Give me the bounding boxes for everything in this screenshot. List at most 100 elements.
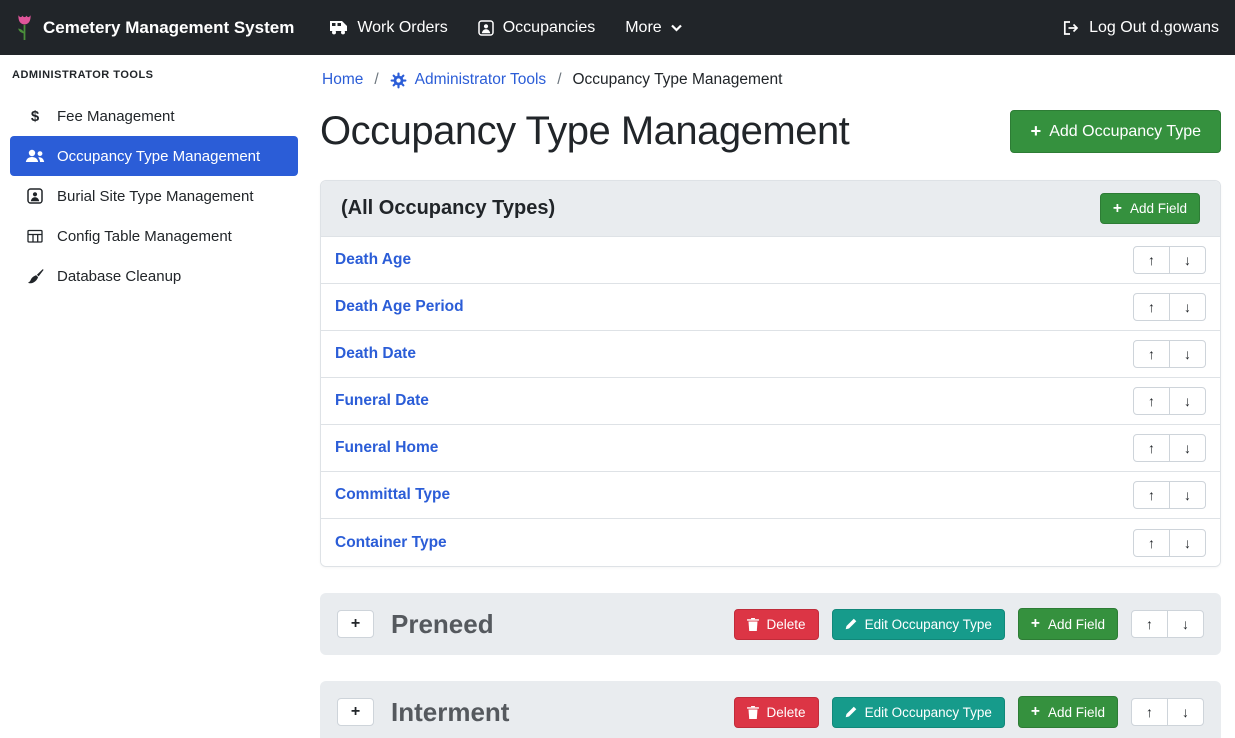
move-up-button[interactable]: ↑ <box>1131 698 1168 726</box>
edit-occupancy-type-label: Edit Occupancy Type <box>865 705 992 720</box>
arrow-down-icon: ↓ <box>1184 299 1191 315</box>
field-link-death-date[interactable]: Death Date <box>335 345 416 363</box>
move-down-button[interactable]: ↓ <box>1169 481 1206 509</box>
portrait-icon <box>478 20 494 36</box>
add-field-button[interactable]: + Add Field <box>1018 608 1118 640</box>
expand-button[interactable]: + <box>337 698 374 726</box>
pencil-icon <box>845 706 857 718</box>
nav-occupancies-label: Occupancies <box>503 19 596 37</box>
truck-icon <box>329 20 348 35</box>
move-down-button[interactable]: ↓ <box>1169 529 1206 557</box>
sidebar-item-occupancy-type-management[interactable]: Occupancy Type Management <box>10 136 298 176</box>
app-title: Cemetery Management System <box>43 18 294 38</box>
move-up-button[interactable]: ↑ <box>1133 387 1170 415</box>
move-up-button[interactable]: ↑ <box>1131 610 1168 638</box>
add-occupancy-type-label: Add Occupancy Type <box>1049 123 1201 141</box>
card-title: (All Occupancy Types) <box>341 197 555 220</box>
field-link-committal-type[interactable]: Committal Type <box>335 486 450 504</box>
sidebar-item-burial-site-type-management[interactable]: Burial Site Type Management <box>10 176 298 216</box>
sidebar-item-database-cleanup[interactable]: Database Cleanup <box>10 256 298 296</box>
arrow-down-icon: ↓ <box>1184 346 1191 362</box>
page-title: Occupancy Type Management <box>320 109 849 154</box>
breadcrumb-admin-tools[interactable]: Administrator Tools <box>390 71 547 89</box>
delete-button[interactable]: Delete <box>734 609 819 640</box>
move-down-button[interactable]: ↓ <box>1169 246 1206 274</box>
arrow-up-icon: ↑ <box>1148 487 1155 503</box>
move-up-button[interactable]: ↑ <box>1133 246 1170 274</box>
add-field-label: Add Field <box>1130 201 1187 216</box>
move-down-button[interactable]: ↓ <box>1167 610 1204 638</box>
move-down-button[interactable]: ↓ <box>1169 434 1206 462</box>
arrow-up-icon: ↑ <box>1148 535 1155 551</box>
nav-work-orders[interactable]: Work Orders <box>314 19 462 37</box>
sidebar-item-config-table-management[interactable]: Config Table Management <box>10 216 298 256</box>
logout-link[interactable]: Log Out d.gowans <box>1063 19 1219 37</box>
field-row: Death Age ↑ ↓ <box>321 237 1220 284</box>
arrow-up-icon: ↑ <box>1146 616 1153 632</box>
delete-button[interactable]: Delete <box>734 697 819 728</box>
field-row: Funeral Home ↑ ↓ <box>321 425 1220 472</box>
nav-more-label: More <box>625 19 661 37</box>
main-content: Home / Administrator Tool <box>308 55 1235 738</box>
nav-occupancies[interactable]: Occupancies <box>463 19 611 37</box>
reorder-controls: ↑ ↓ <box>1131 610 1204 638</box>
edit-occupancy-type-button[interactable]: Edit Occupancy Type <box>832 609 1005 640</box>
sidebar-item-fee-management[interactable]: $ Fee Management <box>10 96 298 136</box>
field-row: Committal Type ↑ ↓ <box>321 472 1220 519</box>
reorder-controls: ↑ ↓ <box>1133 246 1206 274</box>
arrow-up-icon: ↑ <box>1148 346 1155 362</box>
arrow-up-icon: ↑ <box>1148 299 1155 315</box>
add-occupancy-type-button[interactable]: + Add Occupancy Type <box>1010 110 1221 152</box>
field-link-funeral-date[interactable]: Funeral Date <box>335 392 429 410</box>
logout-label: Log Out d.gowans <box>1089 19 1219 37</box>
move-up-button[interactable]: ↑ <box>1133 340 1170 368</box>
edit-occupancy-type-button[interactable]: Edit Occupancy Type <box>832 697 1005 728</box>
occupancy-type-name: Interment <box>391 697 509 728</box>
arrow-up-icon: ↑ <box>1148 440 1155 456</box>
add-field-button[interactable]: + Add Field <box>1100 193 1200 225</box>
top-navbar: Cemetery Management System Work Orders <box>0 0 1235 55</box>
field-link-container-type[interactable]: Container Type <box>335 534 447 552</box>
sidebar-item-label: Burial Site Type Management <box>57 188 254 205</box>
all-occupancy-types-card: (All Occupancy Types) + Add Field Death … <box>320 180 1221 567</box>
breadcrumb-home[interactable]: Home <box>322 71 363 89</box>
plus-icon: + <box>351 703 360 721</box>
edit-occupancy-type-label: Edit Occupancy Type <box>865 617 992 632</box>
sidebar-item-label: Config Table Management <box>57 228 232 245</box>
breadcrumb-admin-tools-label: Administrator Tools <box>415 71 547 89</box>
reorder-controls: ↑ ↓ <box>1133 293 1206 321</box>
plus-icon: + <box>1113 201 1122 217</box>
move-up-button[interactable]: ↑ <box>1133 529 1170 557</box>
sidebar-item-label: Occupancy Type Management <box>57 148 260 165</box>
arrow-up-icon: ↑ <box>1148 393 1155 409</box>
pencil-icon <box>845 618 857 630</box>
occupancy-type-section-preneed: + Preneed Delete <box>320 593 1221 655</box>
nav-more[interactable]: More <box>610 19 696 37</box>
arrow-up-icon: ↑ <box>1148 252 1155 268</box>
trash-icon <box>747 618 759 631</box>
delete-label: Delete <box>767 705 806 720</box>
sidebar: ADMINISTRATOR TOOLS $ Fee Management Occ… <box>0 55 308 738</box>
move-down-button[interactable]: ↓ <box>1169 340 1206 368</box>
move-down-button[interactable]: ↓ <box>1169 387 1206 415</box>
expand-button[interactable]: + <box>337 610 374 638</box>
table-icon <box>25 228 45 244</box>
users-icon <box>25 149 45 163</box>
logout-icon <box>1063 20 1080 36</box>
app-brand[interactable]: Cemetery Management System <box>16 14 294 41</box>
move-up-button[interactable]: ↑ <box>1133 293 1170 321</box>
field-link-death-age-period[interactable]: Death Age Period <box>335 298 464 316</box>
field-row: Funeral Date ↑ ↓ <box>321 378 1220 425</box>
add-field-button[interactable]: + Add Field <box>1018 696 1118 728</box>
move-down-button[interactable]: ↓ <box>1169 293 1206 321</box>
field-link-death-age[interactable]: Death Age <box>335 251 411 269</box>
move-down-button[interactable]: ↓ <box>1167 698 1204 726</box>
reorder-controls: ↑ ↓ <box>1133 529 1206 557</box>
field-link-funeral-home[interactable]: Funeral Home <box>335 439 438 457</box>
delete-label: Delete <box>767 617 806 632</box>
move-up-button[interactable]: ↑ <box>1133 481 1170 509</box>
move-up-button[interactable]: ↑ <box>1133 434 1170 462</box>
chevron-down-icon <box>671 24 682 32</box>
field-row: Container Type ↑ ↓ <box>321 519 1220 566</box>
dollar-icon: $ <box>25 108 45 125</box>
